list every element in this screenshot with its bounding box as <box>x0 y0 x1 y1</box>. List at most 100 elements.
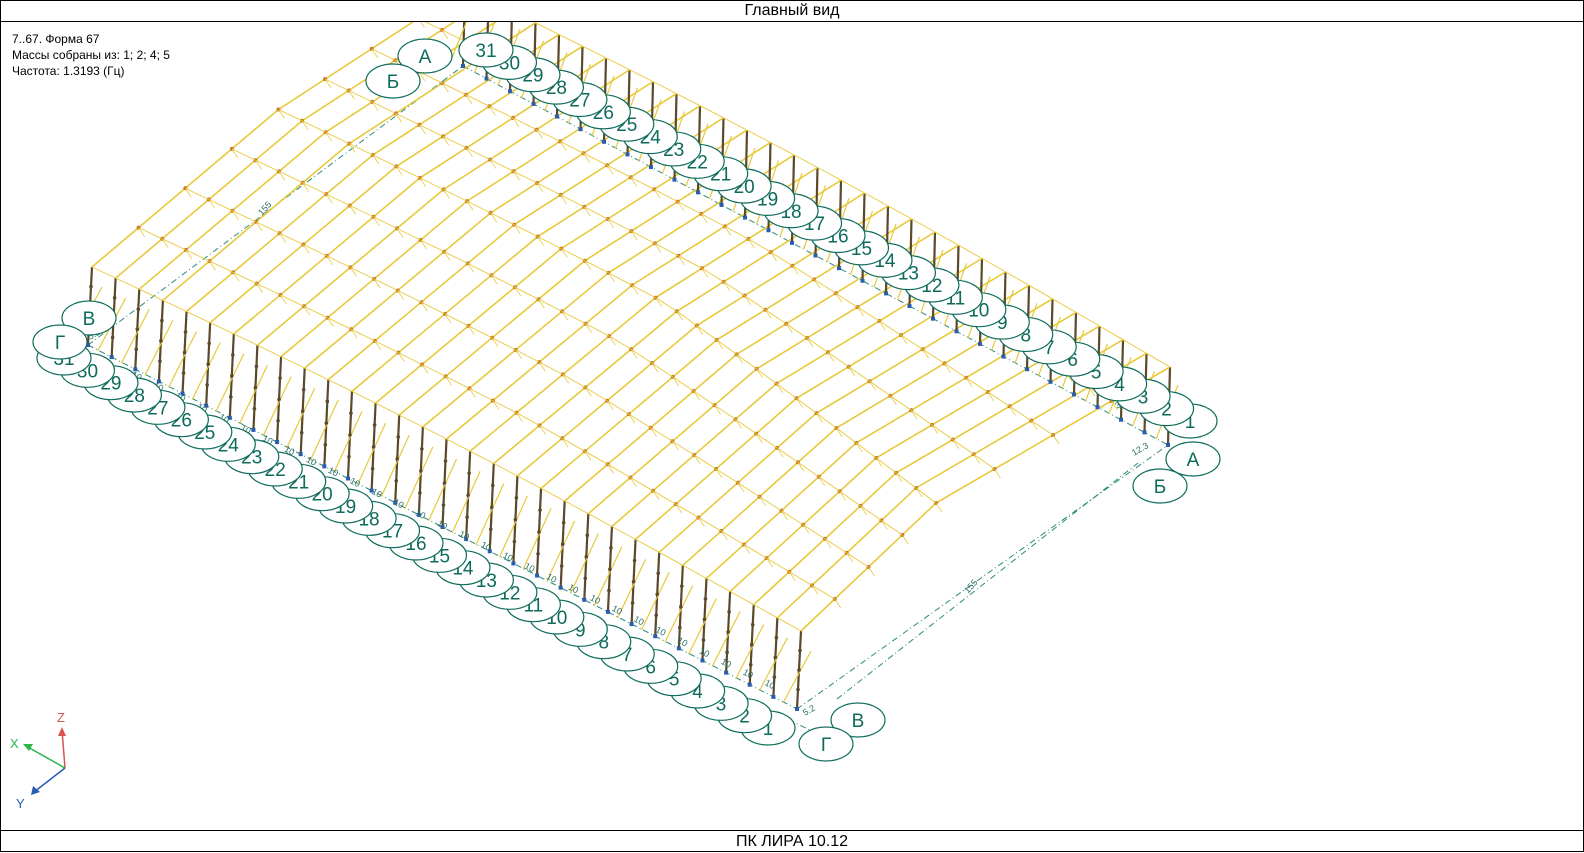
column-node <box>278 376 282 380</box>
roof-truss <box>138 22 497 290</box>
truss-web <box>881 520 888 530</box>
purlin <box>371 48 1054 436</box>
truss-web <box>944 363 951 373</box>
column-node <box>349 411 353 415</box>
support-node <box>625 152 630 157</box>
truss-web <box>651 362 659 373</box>
support-node <box>837 266 841 271</box>
column-node <box>512 539 517 544</box>
column-node <box>727 609 731 614</box>
column-node <box>419 469 423 473</box>
support-node <box>578 127 583 132</box>
truss-web <box>714 404 721 415</box>
truss-web <box>875 457 883 468</box>
truss-web <box>931 424 939 435</box>
truss-web <box>952 439 960 449</box>
column-node <box>609 546 613 550</box>
z-arrow-icon <box>58 727 66 736</box>
truss-web <box>827 352 835 362</box>
truss-web <box>922 349 930 359</box>
x-axis-line <box>25 745 66 769</box>
model-viewport[interactable]: 1551553.012.35.25.2101010101010101010101… <box>0 22 1584 828</box>
truss-web <box>813 279 821 289</box>
column-node <box>466 493 470 497</box>
column-node <box>112 296 117 300</box>
y-axis-label: Y <box>16 796 25 811</box>
column-node <box>465 515 469 519</box>
dimension-label-length-left: 155 <box>256 199 273 217</box>
column-node <box>514 495 519 500</box>
grid-marker-row-Г-right: Г <box>798 726 854 762</box>
support-node <box>511 561 516 566</box>
support-node <box>275 440 280 445</box>
support-node <box>1025 367 1029 372</box>
column-node <box>561 520 566 525</box>
column-node <box>796 687 800 692</box>
column-node <box>678 625 682 630</box>
column-node <box>750 622 755 627</box>
truss-web <box>816 412 823 423</box>
span-label: 10 <box>545 571 559 585</box>
span-label: 10 <box>457 529 471 543</box>
column-node <box>181 371 186 375</box>
column-node <box>559 564 564 568</box>
dimension-line-outer-right <box>836 462 1139 700</box>
support-node <box>696 190 700 195</box>
column-node <box>656 571 660 576</box>
column-node <box>370 466 375 471</box>
column-node <box>134 347 139 352</box>
column-node <box>538 508 542 512</box>
truss-web <box>802 524 810 534</box>
column-node <box>584 554 589 559</box>
support-node <box>672 177 677 182</box>
support-node <box>602 139 606 144</box>
column-node <box>395 457 400 461</box>
truss-web <box>672 376 680 387</box>
support-node <box>1095 405 1100 410</box>
column-node <box>206 362 210 366</box>
column-node <box>655 592 659 597</box>
truss-web <box>676 311 684 321</box>
column-node <box>631 579 636 584</box>
column-node <box>441 503 446 507</box>
column-node <box>396 435 401 439</box>
truss-web <box>910 410 918 420</box>
truss-web <box>630 349 638 359</box>
support-node <box>795 707 799 711</box>
column-node <box>277 397 281 402</box>
support-node <box>298 452 303 457</box>
truss-web <box>765 309 772 319</box>
column-node <box>110 335 115 340</box>
z-axis-label: Z <box>57 710 65 725</box>
column-node <box>253 385 258 390</box>
truss-web <box>839 491 847 501</box>
truss-web <box>965 377 973 387</box>
truss-web <box>755 433 763 443</box>
span-label: 10 <box>741 667 755 681</box>
truss-web <box>735 419 742 429</box>
support-node <box>676 646 681 651</box>
support-node <box>605 609 610 614</box>
column-node <box>183 330 188 334</box>
column-node <box>136 307 141 312</box>
column-node <box>371 445 376 449</box>
column-node <box>607 588 611 593</box>
support-node <box>109 355 114 360</box>
support-node <box>1166 443 1170 447</box>
support-node <box>1072 392 1076 397</box>
truss-web <box>756 368 763 379</box>
span-label: 10 <box>414 507 428 521</box>
column-node <box>798 648 802 653</box>
column-node <box>89 284 93 289</box>
grid-axis-markers: 1234567891011121314151617181920212223242… <box>32 32 1221 762</box>
y-axis-line <box>33 767 66 793</box>
grid-marker-label: 31 <box>475 41 496 62</box>
support-node <box>719 202 724 207</box>
support-node <box>884 291 888 296</box>
column-node <box>159 339 163 343</box>
truss-web <box>696 325 704 335</box>
column-node <box>230 374 234 378</box>
column-node <box>467 471 471 475</box>
column-node <box>679 605 683 609</box>
support-node <box>461 64 465 68</box>
